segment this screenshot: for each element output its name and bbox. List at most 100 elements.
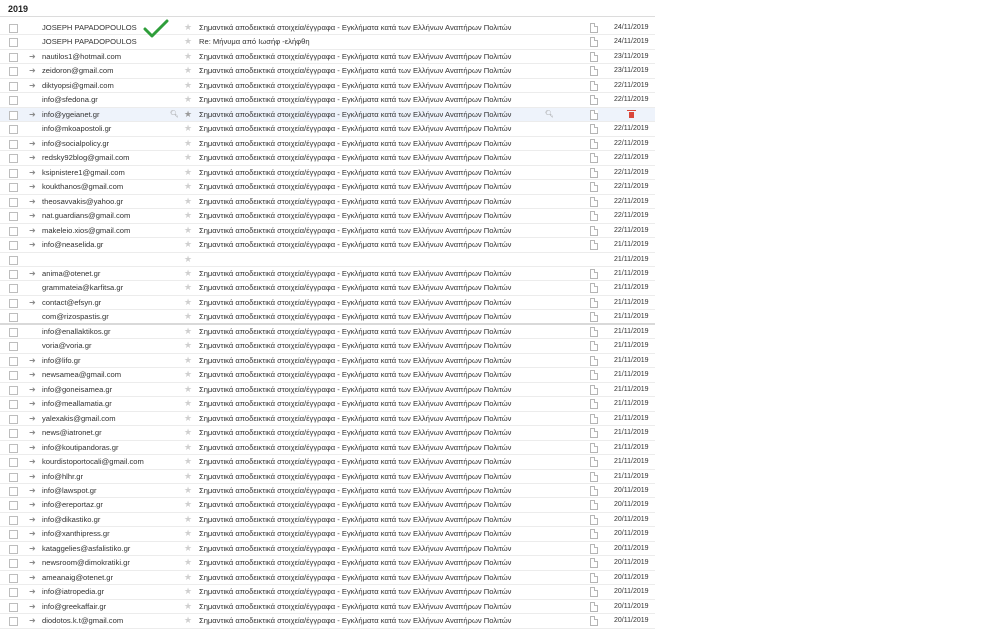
email-row[interactable]: ➜ info@xanthipress.gr ★ Σημαντικά αποδεικτι…: [0, 527, 655, 542]
row-checkbox[interactable]: [9, 443, 18, 453]
row-checkbox[interactable]: [9, 226, 18, 236]
star-icon[interactable]: ★: [184, 340, 192, 351]
star-icon[interactable]: ★: [184, 311, 192, 322]
star-icon[interactable]: ★: [184, 326, 192, 337]
star-icon[interactable]: ★: [184, 80, 192, 91]
email-row[interactable]: ➜ nautilos1@hotmail.com ★ Σημαντικά αποδεικ…: [0, 50, 655, 65]
star-icon[interactable]: ★: [184, 36, 192, 47]
star-icon[interactable]: ★: [184, 442, 192, 453]
row-checkbox[interactable]: [9, 183, 18, 193]
email-row[interactable]: ➜ info@koutipandoras.gr ★ Σημαντικά αποδεικ…: [0, 441, 655, 456]
row-checkbox[interactable]: [9, 38, 18, 48]
row-checkbox[interactable]: [9, 573, 18, 583]
star-icon[interactable]: ★: [184, 123, 192, 134]
star-icon[interactable]: ★: [184, 181, 192, 192]
row-checkbox[interactable]: [9, 255, 18, 265]
email-row[interactable]: voria@voria.gr ★ Σημαντικά αποδεικτικά στο…: [0, 339, 655, 354]
email-row[interactable]: ➜ news@iatronet.gr ★ Σημαντικά αποδεικτικά …: [0, 426, 655, 441]
row-checkbox[interactable]: [9, 356, 18, 366]
email-row[interactable]: JOSEPH PAPADOPOULOS ★ Σημαντικά αποδεικτικ…: [0, 21, 655, 36]
star-icon[interactable]: ★: [184, 471, 192, 482]
star-icon[interactable]: ★: [184, 51, 192, 62]
star-icon[interactable]: ★: [184, 225, 192, 236]
star-icon[interactable]: ★: [184, 239, 192, 250]
row-checkbox[interactable]: [9, 602, 18, 612]
star-icon[interactable]: ★: [184, 601, 192, 612]
star-icon[interactable]: ★: [184, 369, 192, 380]
email-row[interactable]: ➜ nat.guardians@gmail.com ★ Σημαντικά αποδε…: [0, 209, 655, 224]
row-checkbox[interactable]: [9, 154, 18, 164]
email-row[interactable]: ➜ info@hlhr.gr ★ Σημαντικά αποδεικτικά στοι…: [0, 470, 655, 484]
row-checkbox[interactable]: [9, 400, 18, 410]
row-checkbox[interactable]: [9, 110, 18, 120]
star-icon[interactable]: ★: [184, 282, 192, 293]
row-checkbox[interactable]: [9, 588, 18, 598]
row-checkbox[interactable]: [9, 515, 18, 525]
star-icon[interactable]: ★: [184, 398, 192, 409]
email-row[interactable]: ➜ anima@otenet.gr ★ Σημαντικά αποδεικτικά σ…: [0, 267, 655, 282]
star-icon[interactable]: ★: [184, 413, 192, 424]
star-icon[interactable]: ★: [184, 572, 192, 583]
row-checkbox[interactable]: [9, 284, 18, 294]
email-row[interactable]: ➜ info@ereportaz.gr ★ Σημαντικά αποδεικτικά…: [0, 498, 655, 513]
row-checkbox[interactable]: [9, 139, 18, 149]
star-icon[interactable]: ★: [184, 94, 192, 105]
email-row[interactable]: ➜ contact@efsyn.gr ★ Σημαντικά αποδεικτικά …: [0, 296, 655, 311]
email-row[interactable]: ➜ koukthanos@gmail.com ★ Σημαντικά αποδεικτ…: [0, 180, 655, 195]
star-icon[interactable]: ★: [184, 297, 192, 308]
star-icon[interactable]: ★: [184, 65, 192, 76]
email-row[interactable]: ➜ newsamea@gmail.com ★ Σημαντικά αποδεικτικ…: [0, 368, 655, 383]
star-icon[interactable]: ★: [184, 22, 192, 33]
star-icon[interactable]: ★: [184, 586, 192, 597]
email-row[interactable]: grammateia@karfitsa.gr ★ Σημαντικά αποδεικ…: [0, 281, 655, 296]
star-icon[interactable]: ★: [184, 499, 192, 510]
row-checkbox[interactable]: [9, 52, 18, 62]
star-icon[interactable]: ★: [184, 485, 192, 496]
row-checkbox[interactable]: [9, 67, 18, 77]
row-checkbox[interactable]: [9, 313, 18, 323]
row-checkbox[interactable]: [9, 544, 18, 554]
magnifier-icon[interactable]: 🔍︎: [545, 110, 554, 120]
magnifier-icon[interactable]: 🔍︎: [170, 110, 179, 120]
row-checkbox[interactable]: [9, 371, 18, 381]
star-icon[interactable]: ★: [184, 427, 192, 438]
email-row[interactable]: com@rizospastis.gr ★ Σημαντικά αποδεικτικά…: [0, 310, 655, 325]
email-row[interactable]: ➜ theosavvakis@yahoo.gr ★ Σημαντικά αποδεικ…: [0, 195, 655, 210]
row-checkbox[interactable]: [9, 241, 18, 251]
star-icon[interactable]: ★: [184, 384, 192, 395]
email-row[interactable]: ★ 21/11/2019: [0, 253, 655, 267]
trash-icon[interactable]: [627, 109, 636, 118]
star-icon[interactable]: ★: [184, 268, 192, 279]
email-row[interactable]: ➜ info@lifo.gr ★ Σημαντικά αποδεικτικά στοι…: [0, 354, 655, 369]
email-row[interactable]: ➜ redsky92blog@gmail.com ★ Σημαντικά αποδει…: [0, 151, 655, 166]
row-checkbox[interactable]: [9, 96, 18, 106]
email-row[interactable]: ➜ yalexakis@gmail.com ★ Σημαντικά αποδεικτι…: [0, 412, 655, 427]
email-row[interactable]: ➜ info@socialpolicy.gr ★ Σημαντικά αποδεικτ…: [0, 137, 655, 152]
row-checkbox[interactable]: [9, 501, 18, 511]
row-checkbox[interactable]: [9, 212, 18, 222]
star-icon[interactable]: ★: [184, 456, 192, 467]
star-icon[interactable]: ★: [184, 528, 192, 539]
email-row[interactable]: ➜ info@meallamatia.gr ★ Σημαντικά αποδεικτι…: [0, 397, 655, 412]
email-row[interactable]: ➜ info@goneisamea.gr ★ Σημαντικά αποδεικτικ…: [0, 383, 655, 398]
star-icon[interactable]: ★: [184, 167, 192, 178]
row-checkbox[interactable]: [9, 385, 18, 395]
email-row[interactable]: ➜ diodotos.k.t@gmail.com ★ Σημαντικά αποδει…: [0, 614, 655, 629]
email-row[interactable]: ➜ info@greekaffair.gr ★ Σημαντικά αποδεικτι…: [0, 600, 655, 615]
row-checkbox[interactable]: [9, 197, 18, 207]
star-icon[interactable]: ★: [184, 254, 192, 265]
row-checkbox[interactable]: [9, 81, 18, 91]
email-row[interactable]: ➜ ksipnistere1@gmail.com ★ Σημαντικά αποδει…: [0, 166, 655, 181]
star-icon[interactable]: ★: [184, 355, 192, 366]
star-icon[interactable]: ★: [184, 557, 192, 568]
email-row[interactable]: ➜ zeidoron@gmail.com ★ Σημαντικά αποδεικτικ…: [0, 64, 655, 79]
row-checkbox[interactable]: [9, 125, 18, 135]
row-checkbox[interactable]: [9, 327, 18, 337]
star-icon[interactable]: ★: [184, 615, 192, 626]
email-row[interactable]: ➜ info@dikastiko.gr ★ Σημαντικά αποδεικτικά…: [0, 513, 655, 528]
email-row[interactable]: ➜ kataggelies@asfalistiko.gr ★ Σημαντικά απ…: [0, 542, 655, 557]
row-checkbox[interactable]: [9, 414, 18, 424]
star-icon[interactable]: ★: [184, 210, 192, 221]
row-checkbox[interactable]: [9, 617, 18, 627]
email-row[interactable]: ➜ newsroom@dimokratiki.gr ★ Σημαντικά αποδε…: [0, 556, 655, 571]
